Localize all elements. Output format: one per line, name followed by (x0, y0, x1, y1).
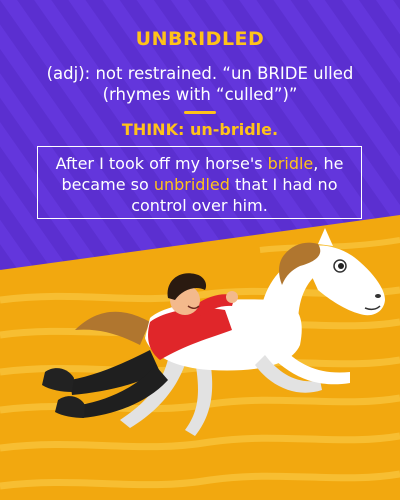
word-definition: (adj): not restrained. “un BRIDE ulled (… (46, 64, 354, 104)
horse-rider-illustration (42, 228, 385, 436)
word-title: UNBRIDLED (135, 28, 265, 50)
mnemonic-hint: THINK: un-bridle. (121, 120, 279, 139)
sentence-highlight-bridle: bridle (267, 154, 314, 173)
example-sentence: After I took off my horse's bridle, he b… (37, 146, 362, 219)
sentence-highlight-unbridled: unbridled (153, 175, 230, 194)
word-card: UNBRIDLED (adj): not restrained. “un BRI… (0, 0, 400, 500)
sentence-part-1: After I took off my horse's (55, 154, 268, 173)
divider (184, 111, 216, 114)
